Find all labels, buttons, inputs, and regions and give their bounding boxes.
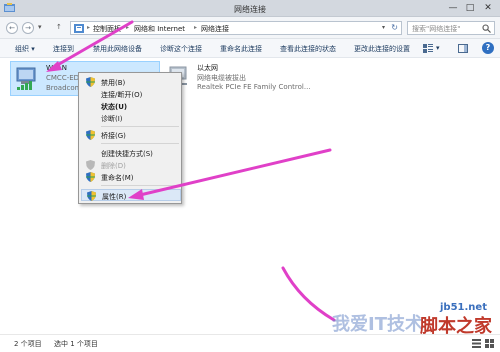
title-bar: 网络连接 — □ ✕ <box>0 0 500 17</box>
menu-item-connect-disconnect[interactable]: 连接/断开(O) <box>81 88 181 100</box>
menu-item-label: 桥接(G) <box>101 132 126 140</box>
menu-item-label: 重命名(M) <box>101 174 134 182</box>
close-button[interactable]: ✕ <box>481 2 495 14</box>
minimize-button[interactable]: — <box>446 2 460 14</box>
menu-item-rename[interactable]: 重命名(M) <box>81 171 181 183</box>
connection-adapter: Broadcom <box>46 84 82 92</box>
uac-shield-icon <box>86 172 95 182</box>
back-button[interactable]: ← <box>6 22 18 34</box>
search-input[interactable]: 搜索"网络连接" <box>407 21 495 35</box>
menu-separator <box>101 185 179 186</box>
breadcrumb-control-panel[interactable]: 控制面板 <box>93 24 121 34</box>
connection-item-ethernet[interactable]: 以太网 网络电缆被拔出 Realtek PCIe FE Family Contr… <box>162 61 312 96</box>
menu-item-label: 删除(D) <box>101 162 126 170</box>
menu-item-label: 属性(R) <box>102 193 127 201</box>
menu-item-properties[interactable]: 属性(R) <box>81 189 181 201</box>
selection-count: 选中 1 个项目 <box>54 340 98 348</box>
menu-item-label: 创建快捷方式(S) <box>101 150 153 158</box>
menu-item-bridge[interactable]: 桥接(G) <box>81 129 181 141</box>
disable-device-button[interactable]: 禁用此网络设备 <box>93 44 142 54</box>
menu-separator <box>101 143 179 144</box>
breadcrumb-separator: ▸ <box>87 24 91 31</box>
breadcrumb-network-internet[interactable]: 网络和 Internet <box>134 24 185 34</box>
connect-to-button[interactable]: 连接到 <box>53 44 74 54</box>
control-panel-icon <box>74 24 84 33</box>
uac-shield-icon <box>87 191 96 201</box>
search-placeholder: 搜索"网络连接" <box>412 25 461 33</box>
diagnose-button[interactable]: 诊断这个连接 <box>160 44 202 54</box>
refresh-icon[interactable]: ↻ <box>391 23 398 32</box>
context-menu: 禁用(B) 连接/断开(O) 状态(U) 诊断(I) 桥接(G) 创建快捷方式(… <box>78 72 182 204</box>
menu-item-label: 禁用(B) <box>101 79 126 87</box>
menu-item-status[interactable]: 状态(U) <box>81 100 181 112</box>
menu-item-create-shortcut[interactable]: 创建快捷方式(S) <box>81 147 181 159</box>
large-icons-view-icon[interactable] <box>485 339 494 348</box>
menu-item-label: 连接/断开(O) <box>101 91 143 99</box>
connection-name: 以太网 <box>197 64 218 72</box>
breadcrumb-separator: ▸ <box>194 24 198 31</box>
connection-status: 网络电缆被拔出 <box>197 74 246 82</box>
details-view-icon[interactable] <box>472 339 481 348</box>
command-toolbar: 组织 ▾ 连接到 禁用此网络设备 诊断这个连接 重命名此连接 查看此连接的状态 … <box>0 39 500 58</box>
search-icon[interactable] <box>482 24 491 33</box>
maximize-button[interactable]: □ <box>463 2 477 14</box>
address-bar: ← → ▾ ↑ ▸ 控制面板 ▸ 网络和 Internet ▸ 网络连接 ▾ ↻… <box>0 17 500 39</box>
help-button[interactable]: ? <box>482 42 494 54</box>
uac-shield-icon <box>86 130 95 140</box>
up-button[interactable]: ↑ <box>56 23 62 31</box>
menu-item-disable[interactable]: 禁用(B) <box>81 76 181 88</box>
breadcrumb-network-connections[interactable]: 网络连接 <box>201 24 229 34</box>
recent-locations-button[interactable]: ▾ <box>38 23 42 31</box>
window-title: 网络连接 <box>234 5 266 14</box>
menu-item-diagnose[interactable]: 诊断(I) <box>81 112 181 124</box>
breadcrumb[interactable]: ▸ 控制面板 ▸ 网络和 Internet ▸ 网络连接 ▾ ↻ <box>70 21 402 35</box>
menu-item-label: 诊断(I) <box>101 115 123 123</box>
uac-shield-icon <box>86 160 95 170</box>
view-status-button[interactable]: 查看此连接的状态 <box>280 44 336 54</box>
watermark-name: 脚本之家 <box>420 316 492 337</box>
rename-button[interactable]: 重命名此连接 <box>220 44 262 54</box>
uac-shield-icon <box>86 77 95 87</box>
item-count: 2 个项目 <box>14 340 42 348</box>
menu-separator <box>101 126 179 127</box>
view-options-icon[interactable] <box>423 44 433 53</box>
menu-item-delete: 删除(D) <box>81 159 181 171</box>
wireless-adapter-icon <box>16 67 36 90</box>
forward-button[interactable]: → <box>22 22 34 34</box>
address-dropdown-button[interactable]: ▾ <box>382 24 385 31</box>
menu-item-label: 状态(U) <box>101 103 128 111</box>
preview-pane-icon[interactable] <box>458 44 468 53</box>
watermark-mid: 我爱IT技术 <box>332 314 423 335</box>
organize-button[interactable]: 组织 ▾ <box>15 44 35 54</box>
connection-adapter: Realtek PCIe FE Family Control... <box>197 83 311 91</box>
connections-list: WLAN CMCC-EDU Broadcom 以太网 网络电缆被拔出 Realt… <box>0 58 500 334</box>
connection-name: WLAN <box>46 64 68 72</box>
view-options-dropdown[interactable]: ▾ <box>436 44 440 52</box>
breadcrumb-separator: ▸ <box>126 24 130 31</box>
change-settings-button[interactable]: 更改此连接的设置 <box>354 44 410 54</box>
